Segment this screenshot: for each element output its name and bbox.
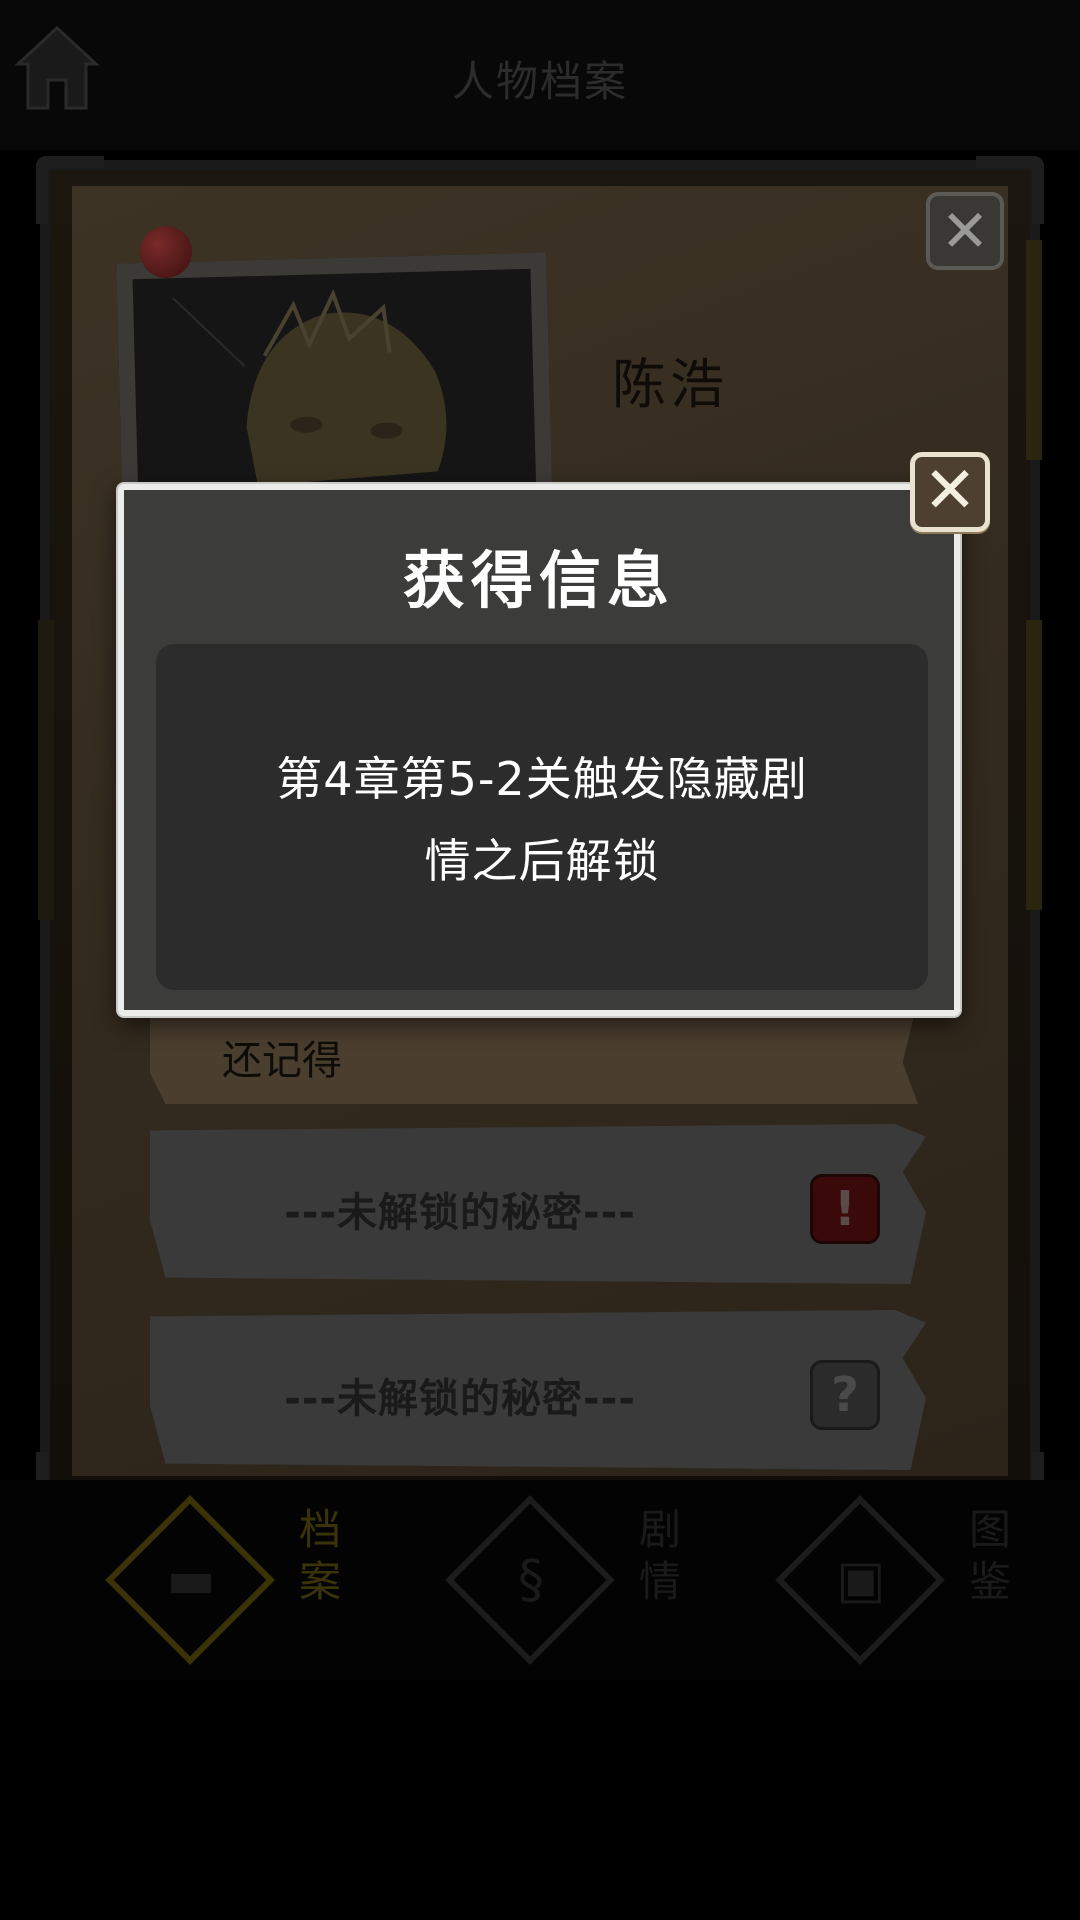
frame-corner — [36, 156, 104, 224]
side-tab — [1026, 240, 1042, 460]
memory-text: 还记得 — [222, 1038, 342, 1084]
dialog-close-button[interactable]: ✕ — [910, 452, 990, 532]
info-dialog: 获得信息 第4章第5-2关触发隐藏剧 情之后解锁 — [118, 484, 960, 1016]
dialog-message-line: 第4章第5-2关触发隐藏剧 — [276, 752, 808, 806]
dialog-body: 第4章第5-2关触发隐藏剧 情之后解锁 — [156, 644, 928, 990]
side-tab — [38, 620, 54, 920]
alert-icon[interactable]: ! — [810, 1174, 880, 1244]
nav-tab-story[interactable]: § 剧情 — [440, 1490, 681, 1670]
folder-icon: ▬ — [166, 1550, 216, 1610]
question-icon[interactable]: ? — [810, 1360, 880, 1430]
pushpin-icon — [140, 226, 192, 278]
character-name: 陈浩 — [612, 353, 728, 416]
nav-tab-label: 剧情 — [638, 1505, 681, 1606]
locked-secret-label: ---未解锁的秘密--- — [284, 1190, 636, 1236]
dialog-message: 第4章第5-2关触发隐藏剧 情之后解锁 — [196, 738, 888, 902]
dialog-title: 获得信息 — [402, 544, 675, 617]
nav-tab-label: 图鉴 — [968, 1505, 1011, 1606]
locked-secret-label: ---未解锁的秘密--- — [284, 1376, 636, 1422]
page-title: 人物档案 — [451, 57, 628, 106]
scroll-icon: § — [518, 1550, 544, 1610]
header-bar: 人物档案 — [0, 0, 1080, 150]
nav-tab-archive[interactable]: ▬ 档案 — [100, 1490, 341, 1670]
side-tab — [1026, 620, 1042, 910]
archive-close-button[interactable]: ✕ — [926, 192, 1004, 270]
picture-icon: ▣ — [836, 1550, 886, 1610]
nav-tab-gallery[interactable]: ▣ 图鉴 — [770, 1490, 1011, 1670]
dialog-message-line: 情之后解锁 — [424, 834, 660, 888]
nav-tab-label: 档案 — [298, 1505, 341, 1606]
